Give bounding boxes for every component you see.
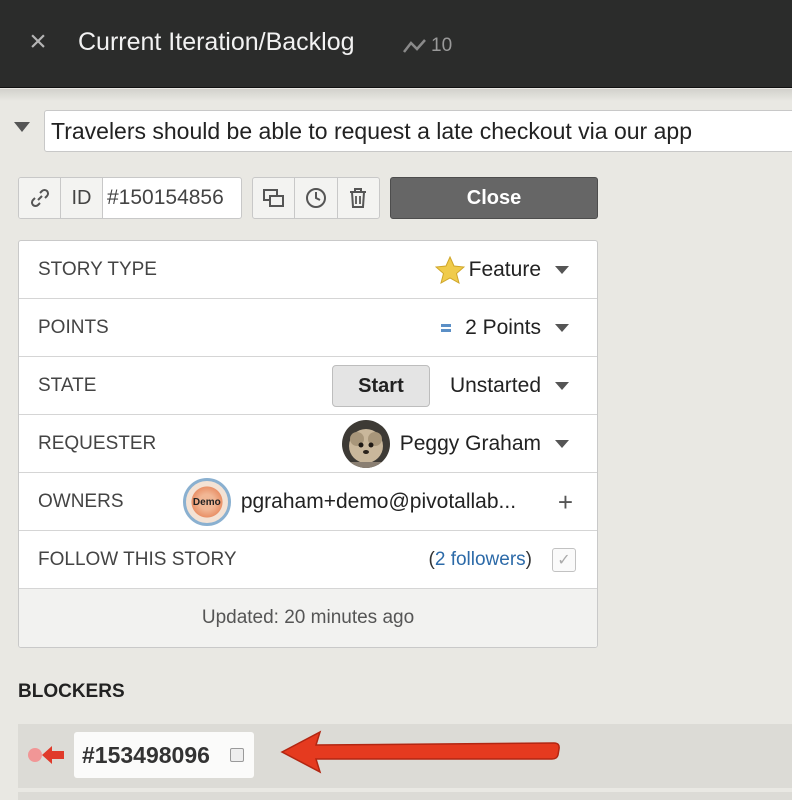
velocity-value: 10 [431,35,453,56]
story-actions-group [252,177,380,219]
annotation-arrow-icon [280,730,560,774]
owners-label: OWNERS [38,491,124,512]
panel-shadow [0,89,792,101]
story-type-dropdown[interactable]: Feature [434,241,597,299]
story-type-row: STORY TYPE Feature [19,241,597,299]
clock-icon [305,188,326,208]
blockers-heading: BLOCKERS [18,681,125,702]
owner-avatar-text: Demo [192,496,221,508]
blocker-resolve-checkbox[interactable] [230,748,244,762]
points-label: POINTS [38,317,109,338]
points-dropdown[interactable]: 2 Points [441,299,597,357]
blocker-status-icon [28,748,42,762]
requester-value: Peggy Graham [399,432,541,455]
points-icon [441,323,452,333]
requester-avatar [341,420,390,468]
chevron-down-icon[interactable] [555,382,569,390]
close-panel-icon[interactable]: × [26,27,50,57]
collapse-arrow-icon[interactable] [14,122,30,132]
state-label: STATE [38,375,97,396]
story-id-group: ID #150154856 [18,177,242,219]
blocker-id[interactable]: #153498096 [82,732,210,778]
panel-title: Current Iteration/Backlog [78,28,355,56]
history-button[interactable] [295,178,338,218]
state-value[interactable]: Unstarted [450,374,541,398]
star-icon [434,256,465,284]
blocker-arrow-icon [42,746,64,764]
delete-story-button[interactable] [338,178,379,218]
story-type-value: Feature [468,258,541,281]
blocker-chip[interactable]: #153498096 [74,732,254,778]
follow-control: (2 followers) ✓ [429,531,597,589]
owner-avatar: Demo [182,478,231,526]
points-row: POINTS 2 Points [19,299,597,357]
followers-link[interactable]: 2 followers [435,549,526,570]
chevron-down-icon [555,324,569,332]
requester-label: REQUESTER [38,433,157,454]
story-info-table: STORY TYPE Feature POINTS 2 Points STATE… [18,240,598,648]
owners-control[interactable]: Demo pgraham+demo@pivotallab... + [182,473,597,531]
story-id-field[interactable]: #150154856 [103,178,241,218]
points-value: 2 Points [465,316,541,339]
owners-row: OWNERS Demo pgraham+demo@pivotallab... + [19,473,597,531]
velocity-indicator: 10 [402,35,452,57]
owner-email: pgraham+demo@pivotallab... [240,490,517,513]
state-controls: Start Unstarted [331,357,597,415]
chevron-down-icon [555,440,569,448]
updated-timestamp: Updated: 20 minutes ago [19,589,597,647]
close-story-button[interactable]: Close [390,177,598,219]
requester-dropdown[interactable]: Peggy Graham [341,415,597,473]
story-name-input[interactable]: Travelers should be able to request a la… [44,110,792,152]
add-owner-icon[interactable]: + [558,487,573,518]
link-icon [30,188,49,208]
clone-icon [262,189,284,207]
followers-text: (2 followers) [428,549,532,570]
follow-label: FOLLOW THIS STORY [38,549,237,570]
copy-link-button[interactable] [19,178,61,218]
start-button[interactable]: Start [331,365,430,407]
next-blocker-row [18,792,792,800]
clone-story-button[interactable] [253,178,296,218]
requester-row: REQUESTER Peggy Graham [19,415,597,473]
follow-row: FOLLOW THIS STORY (2 followers) ✓ [19,531,597,589]
state-row: STATE Start Unstarted [19,357,597,415]
trash-icon [350,188,367,208]
chevron-down-icon [555,266,569,274]
velocity-icon [403,39,426,53]
top-bar: × Current Iteration/Backlog 10 [0,0,792,88]
id-label[interactable]: ID [61,178,103,218]
follow-checkbox[interactable]: ✓ [552,548,576,572]
story-type-label: STORY TYPE [38,259,157,280]
